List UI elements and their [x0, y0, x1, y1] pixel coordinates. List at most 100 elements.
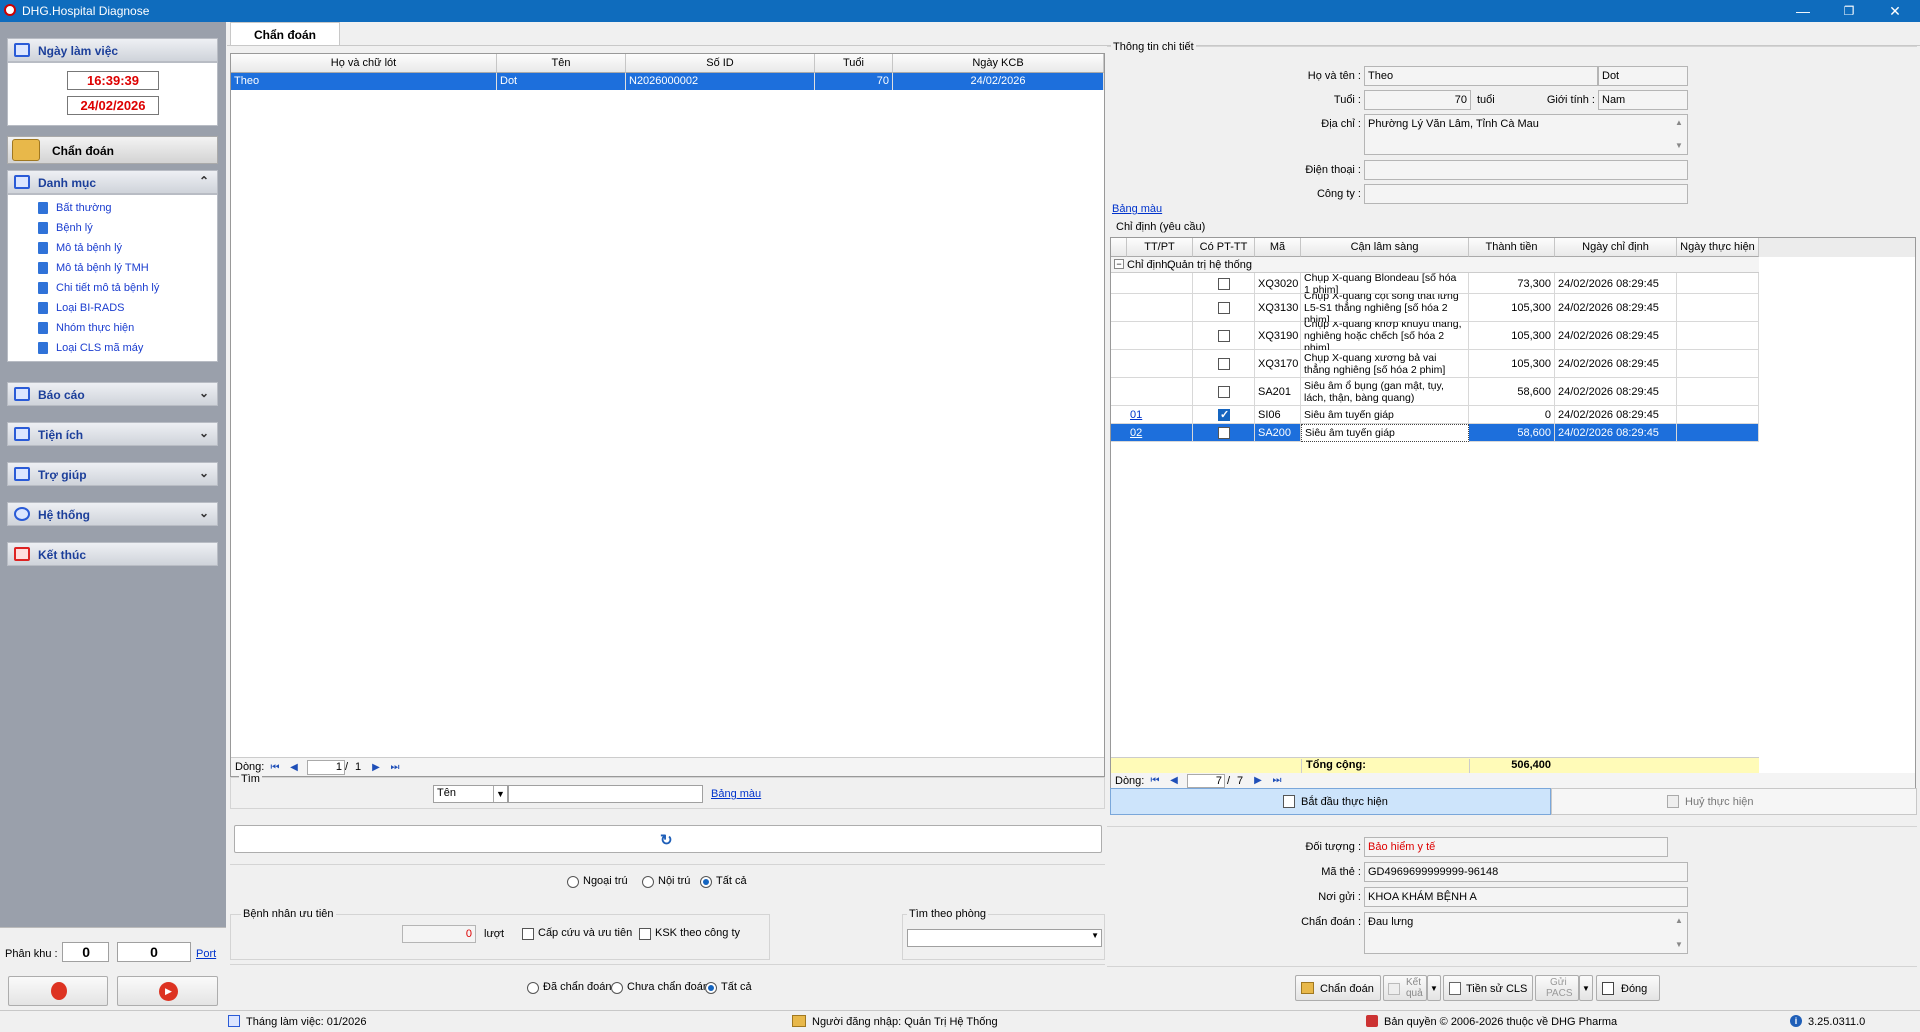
- cancel-execution-button[interactable]: Huỷ thực hiện: [1551, 788, 1917, 815]
- expand-down-icon[interactable]: ⌄: [199, 466, 209, 480]
- col-header-lastname[interactable]: Họ và chữ lót: [231, 54, 497, 73]
- record-button[interactable]: [8, 976, 108, 1006]
- pacs-dropdown[interactable]: ▼: [1579, 975, 1593, 1001]
- page-input[interactable]: 1: [307, 760, 345, 775]
- group-row[interactable]: − Chỉ định: Quản trị hệ thống: [1111, 257, 1759, 273]
- last-page-icon[interactable]: ⏭: [1270, 774, 1284, 787]
- collapse-up-icon[interactable]: ⌃: [199, 174, 209, 188]
- col-header-visit-date[interactable]: Ngày KCB: [893, 54, 1104, 73]
- col-header-order-date[interactable]: Ngày chỉ định: [1555, 238, 1677, 257]
- has-pt-checkbox[interactable]: [1218, 302, 1230, 314]
- system-panel-header[interactable]: Hệ thống ⌄: [7, 502, 218, 526]
- chevron-down-icon[interactable]: ▼: [1091, 931, 1099, 940]
- expand-down-icon[interactable]: ⌄: [199, 426, 209, 440]
- first-page-icon[interactable]: ⏮: [1148, 774, 1162, 787]
- expand-down-icon[interactable]: ⌄: [199, 386, 209, 400]
- search-input[interactable]: [508, 785, 703, 803]
- catalog-item-group[interactable]: Nhóm thực hiện: [38, 319, 218, 339]
- table-row[interactable]: SA201 Siêu âm ổ bụng (gan mật, tụy, lách,…: [1111, 378, 1759, 406]
- tt-link[interactable]: 01: [1130, 409, 1142, 421]
- cell-tt[interactable]: 02: [1127, 424, 1193, 442]
- refresh-button[interactable]: ↻: [234, 825, 1102, 853]
- tt-link[interactable]: 02: [1130, 427, 1142, 439]
- room-select[interactable]: ▼: [907, 929, 1102, 947]
- diag-radio-pending[interactable]: [611, 982, 623, 994]
- col-header-tt[interactable]: TT/PT: [1127, 238, 1193, 257]
- zone-input-2[interactable]: 0: [117, 942, 191, 962]
- diag-radio-all[interactable]: [705, 982, 717, 994]
- col-header-has-pt[interactable]: Có PT-TT: [1193, 238, 1255, 257]
- diag-radio-done[interactable]: [527, 982, 539, 994]
- report-panel-header[interactable]: Báo cáo ⌄: [7, 382, 218, 406]
- col-header-done-date[interactable]: Ngày thực hiện: [1677, 238, 1759, 257]
- prev-page-icon[interactable]: ◀: [287, 761, 301, 774]
- chevron-down-icon[interactable]: ▼: [493, 786, 507, 802]
- scroll-down-icon[interactable]: ▼: [1675, 940, 1683, 949]
- exit-panel-header[interactable]: Kết thúc: [7, 542, 218, 566]
- prev-page-icon[interactable]: ◀: [1167, 774, 1181, 787]
- col-header-id[interactable]: Số ID: [626, 54, 815, 73]
- table-row[interactable]: XQ3190 Chụp X-quang khớp khuỷu thẳng, ngh…: [1111, 322, 1759, 350]
- visit-radio-outpatient[interactable]: [567, 876, 579, 888]
- next-page-icon[interactable]: ▶: [1251, 774, 1265, 787]
- catalog-item-abnormal[interactable]: Bất thường: [38, 199, 218, 219]
- catalog-item-disease-detail[interactable]: Chi tiết mô tả bệnh lý: [38, 279, 218, 299]
- ksk-checkbox[interactable]: [639, 928, 651, 940]
- col-header-age[interactable]: Tuổi: [815, 54, 893, 73]
- has-pt-checkbox[interactable]: [1218, 358, 1230, 370]
- catalog-item-cls-machine[interactable]: Loại CLS mã máy: [38, 339, 218, 359]
- scroll-up-icon[interactable]: ▲: [1675, 118, 1683, 127]
- detail-color-legend-link[interactable]: Bảng màu: [1112, 203, 1162, 215]
- tab-diagnose[interactable]: Chẩn đoán: [230, 22, 340, 46]
- utility-panel-header[interactable]: Tiện ích ⌄: [7, 422, 218, 446]
- col-header-amount[interactable]: Thành tiền: [1469, 238, 1555, 257]
- emergency-checkbox[interactable]: [522, 928, 534, 940]
- close-icon[interactable]: ✕: [1872, 0, 1918, 22]
- col-header-test[interactable]: Cận lâm sàng: [1301, 238, 1469, 257]
- table-row[interactable]: XQ3020 Chụp X-quang Blondeau [số hóa 1 ph…: [1111, 273, 1759, 294]
- first-page-icon[interactable]: ⏮: [268, 761, 282, 774]
- has-pt-checkbox[interactable]: [1218, 427, 1230, 439]
- has-pt-checkbox[interactable]: [1218, 408, 1230, 421]
- table-row[interactable]: 02 SA200 Siêu âm tuyến giáp 58,600 24/02/202…: [1111, 424, 1759, 442]
- visit-radio-inpatient[interactable]: [642, 876, 654, 888]
- expand-down-icon[interactable]: ⌄: [199, 506, 209, 520]
- minimize-icon[interactable]: —: [1780, 0, 1826, 22]
- port-link[interactable]: Port: [196, 948, 216, 960]
- table-row[interactable]: Theo Dot N2026000002 70 24/02/2026: [231, 73, 1104, 90]
- send-pacs-button[interactable]: Gửi PACS: [1535, 975, 1579, 1001]
- zone-input-1[interactable]: 0: [62, 942, 109, 962]
- catalog-item-disease-desc[interactable]: Mô tả bệnh lý: [38, 239, 218, 259]
- scroll-down-icon[interactable]: ▼: [1675, 141, 1683, 150]
- diagnose-button[interactable]: Chẩn đoán: [1295, 975, 1381, 1001]
- next-page-icon[interactable]: ▶: [369, 761, 383, 774]
- page-input[interactable]: 7: [1187, 774, 1225, 788]
- play-button[interactable]: ▶: [117, 976, 218, 1006]
- col-header-firstname[interactable]: Tên: [497, 54, 626, 73]
- diagnose-nav-button[interactable]: Chẩn đoán: [7, 136, 218, 164]
- catalog-item-disease-desc-ent[interactable]: Mô tả bệnh lý TMH: [38, 259, 218, 279]
- catalog-item-birads[interactable]: Loại BI-RADS: [38, 299, 218, 319]
- scroll-up-icon[interactable]: ▲: [1675, 916, 1683, 925]
- has-pt-checkbox[interactable]: [1218, 386, 1230, 398]
- cls-history-button[interactable]: Tiền sử CLS: [1443, 975, 1533, 1001]
- workday-panel-header[interactable]: Ngày làm việc: [7, 38, 218, 62]
- table-row[interactable]: XQ3130 Chụp X-quang cột sống thắt lưng L5…: [1111, 294, 1759, 322]
- catalog-panel-header[interactable]: Danh mục ⌃: [7, 170, 218, 194]
- work-date[interactable]: 24/02/2026: [67, 96, 159, 115]
- table-row[interactable]: 01 SI06Siêu âm tuyến giáp024/02/2026 08:2…: [1111, 406, 1759, 424]
- col-header-code[interactable]: Mã: [1255, 238, 1301, 257]
- has-pt-checkbox[interactable]: [1218, 330, 1230, 342]
- restore-icon[interactable]: ❐: [1826, 0, 1872, 22]
- visit-radio-all[interactable]: [700, 876, 712, 888]
- cell-tt[interactable]: 01: [1127, 406, 1193, 424]
- catalog-item-disease[interactable]: Bệnh lý: [38, 219, 218, 239]
- help-panel-header[interactable]: Trợ giúp ⌄: [7, 462, 218, 486]
- result-dropdown[interactable]: ▼: [1427, 975, 1441, 1001]
- table-row[interactable]: XQ3170 Chụp X-quang xương bả vai thẳng ng…: [1111, 350, 1759, 378]
- result-button[interactable]: Kết quả: [1383, 975, 1427, 1001]
- has-pt-checkbox[interactable]: [1218, 278, 1230, 290]
- collapse-group-icon[interactable]: −: [1114, 259, 1124, 269]
- color-legend-link[interactable]: Bảng màu: [711, 788, 761, 800]
- start-execution-button[interactable]: Bắt đầu thực hiện: [1110, 788, 1551, 815]
